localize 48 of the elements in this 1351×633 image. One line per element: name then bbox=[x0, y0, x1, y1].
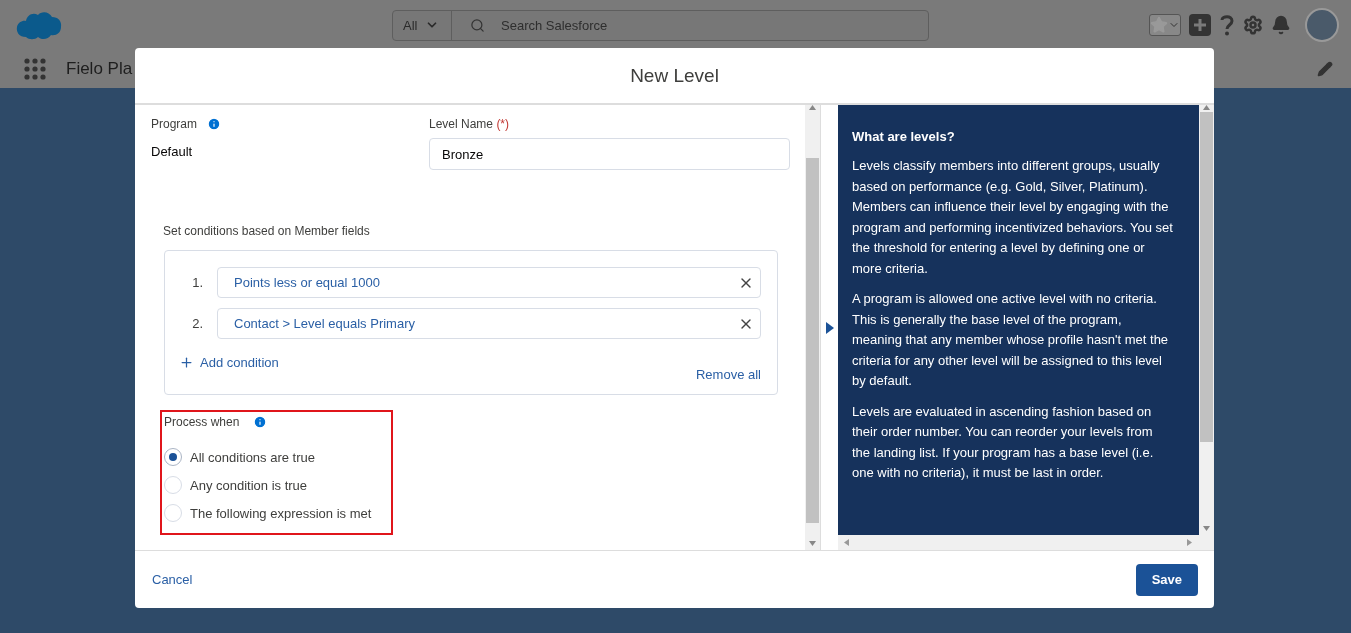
radio-option[interactable]: Any condition is true bbox=[164, 471, 391, 499]
avatar[interactable] bbox=[1305, 8, 1339, 42]
help-paragraph: Levels classify members into different groups, usually based on performance (e.g. Gold, Silver, Platinum). Members can influence their level by engaging with the program and performing incentivized behaviors. You set the threshold for entering a level by defining one or more criteria. bbox=[852, 157, 1173, 278]
scrollbar[interactable] bbox=[805, 105, 820, 550]
scroll-left-arrow-icon[interactable] bbox=[844, 539, 849, 546]
field-label: Process when bbox=[164, 415, 240, 429]
section-label: Set conditions based on Member fields bbox=[163, 224, 371, 238]
condition-number: 2. bbox=[191, 316, 204, 331]
help-icon[interactable] bbox=[1219, 14, 1235, 36]
cloud-logo-icon bbox=[16, 9, 62, 41]
condition-pill[interactable]: Points less or equal 1000 bbox=[217, 267, 761, 298]
search-input[interactable]: Search Salesforce bbox=[499, 16, 910, 34]
condition-pill[interactable]: Contact > Level equals Primary bbox=[217, 308, 761, 339]
field-label: Program bbox=[151, 117, 197, 131]
level-name-input[interactable]: Bronze bbox=[429, 138, 790, 170]
add-icon[interactable] bbox=[1189, 14, 1211, 36]
edit-icon[interactable] bbox=[1317, 61, 1333, 77]
remove-all-link[interactable]: Remove all bbox=[695, 367, 761, 382]
cancel-link[interactable]: Cancel bbox=[152, 572, 193, 587]
app-launcher-icon[interactable] bbox=[24, 58, 46, 80]
help-paragraph: A program is allowed one active level with no criteria. This is generally the base level of the program, meaning that any member whose profile hasn't met the criteria for any other level will be assigned to this level by default. bbox=[852, 290, 1170, 390]
info-icon[interactable] bbox=[253, 415, 268, 429]
collapse-arrow-icon[interactable] bbox=[825, 321, 834, 334]
scroll-up-arrow-icon[interactable] bbox=[1203, 105, 1210, 110]
field-label: Level Name (*) bbox=[429, 117, 511, 131]
favorites-button[interactable] bbox=[1149, 14, 1181, 36]
plus-icon bbox=[179, 355, 194, 370]
field-value: Default bbox=[151, 144, 194, 159]
horizontal-scrollbar[interactable] bbox=[838, 535, 1214, 550]
scroll-down-arrow-icon[interactable] bbox=[1203, 526, 1210, 531]
star-icon bbox=[1150, 16, 1168, 34]
search-icon bbox=[470, 17, 485, 33]
scroll-right-arrow-icon[interactable] bbox=[1187, 539, 1192, 546]
notifications-icon[interactable] bbox=[1271, 15, 1291, 35]
scroll-up-arrow-icon[interactable] bbox=[809, 105, 816, 110]
radio-option[interactable]: All conditions are true bbox=[164, 443, 391, 471]
modal-title: New Level bbox=[630, 64, 719, 87]
scroll-down-arrow-icon[interactable] bbox=[809, 541, 816, 546]
help-title: What are levels? bbox=[852, 129, 956, 144]
app-name: Fielo Pla bbox=[66, 59, 133, 79]
help-paragraph: Levels are evaluated in ascending fashion based on their order number. You can reorder your levels from the landing list. If your program has a base level (i.e. one with no criteria), it must be last in order. bbox=[852, 402, 1155, 482]
info-icon[interactable] bbox=[207, 117, 221, 131]
radio-option[interactable]: The following expression is met bbox=[164, 499, 391, 527]
save-button[interactable]: Save bbox=[1135, 563, 1198, 596]
add-condition-button[interactable]: Add condition bbox=[179, 355, 279, 370]
settings-icon[interactable] bbox=[1243, 15, 1263, 35]
condition-number: 1. bbox=[191, 275, 204, 290]
scrollbar[interactable] bbox=[1199, 105, 1214, 535]
